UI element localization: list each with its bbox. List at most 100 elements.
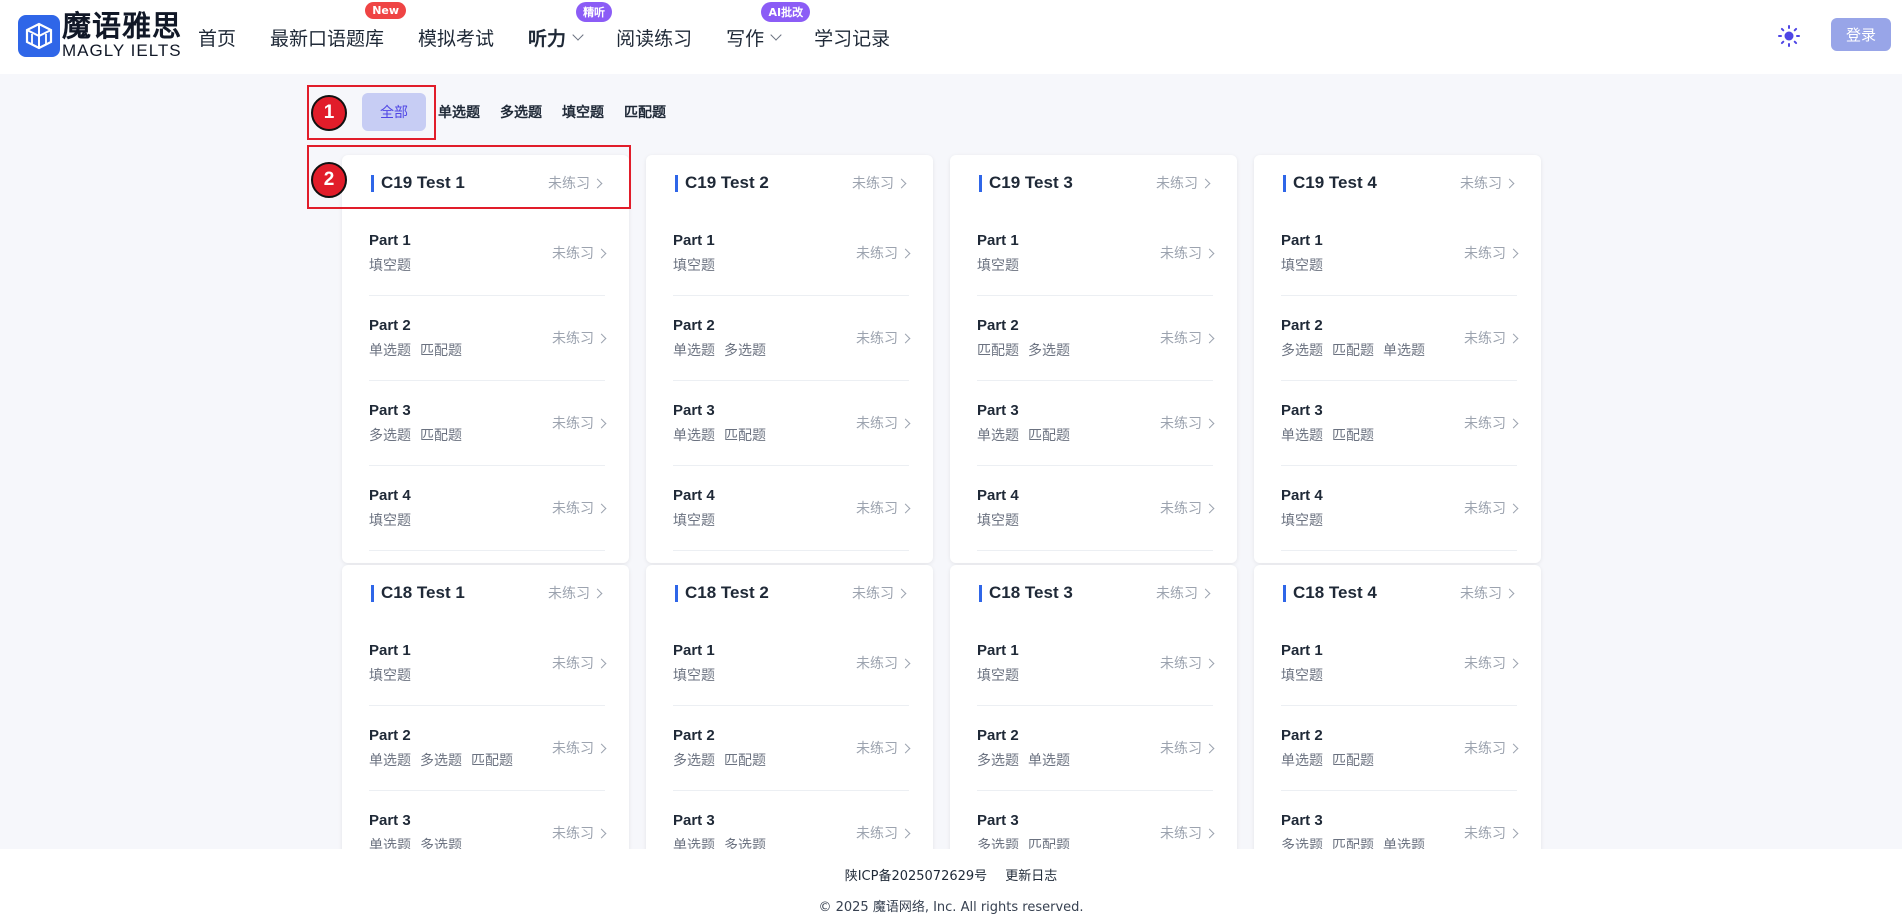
- card-status[interactable]: 未练习: [548, 583, 603, 603]
- part-row[interactable]: Part 2 单选题 多选题 未练习: [673, 296, 911, 381]
- part-status[interactable]: 未练习: [1464, 328, 1519, 348]
- part-row[interactable]: Part 2 单选题 匹配题 未练习: [369, 296, 607, 381]
- part-status[interactable]: 未练习: [856, 653, 911, 673]
- test-card[interactable]: C19 Test 3 未练习 Part 1 填空题 未练习 Part 2 匹配题 多选题 未练习…: [950, 155, 1237, 563]
- part-status[interactable]: 未练习: [1464, 498, 1519, 518]
- test-card[interactable]: C18 Test 1 未练习 Part 1 填空题 未练习 Part 2 单选题 多选题 匹配题…: [342, 565, 629, 859]
- card-status[interactable]: 未练习: [1156, 583, 1211, 603]
- test-card[interactable]: C19 Test 1 未练习 Part 1 填空题 未练习 Part 2 单选题 匹配题 未练习…: [342, 155, 629, 563]
- part-status[interactable]: 未练习: [856, 738, 911, 758]
- nav-item-0[interactable]: 首页: [198, 24, 236, 51]
- test-card[interactable]: C18 Test 2 未练习 Part 1 填空题 未练习 Part 2 多选题 匹配题 未练习…: [646, 565, 933, 859]
- part-status[interactable]: 未练习: [856, 328, 911, 348]
- part-row[interactable]: Part 2 多选题 匹配题 未练习: [673, 706, 911, 791]
- part-row[interactable]: Part 3 多选题 匹配题 未练习: [369, 381, 607, 466]
- changelog-link[interactable]: 更新日志: [1005, 869, 1057, 884]
- part-status[interactable]: 未练习: [1160, 653, 1215, 673]
- part-status[interactable]: 未练习: [1160, 823, 1215, 843]
- card-header[interactable]: C18 Test 2 未练习: [646, 565, 933, 621]
- test-card[interactable]: C18 Test 3 未练习 Part 1 填空题 未练习 Part 2 多选题 单选题 未练习…: [950, 565, 1237, 859]
- part-status[interactable]: 未练习: [552, 413, 607, 433]
- part-status[interactable]: 未练习: [552, 243, 607, 263]
- card-status[interactable]: 未练习: [1156, 173, 1211, 193]
- card-status[interactable]: 未练习: [1460, 173, 1515, 193]
- card-header[interactable]: C18 Test 1 未练习: [342, 565, 629, 621]
- filter-tab-1[interactable]: 单选题: [438, 102, 480, 122]
- nav-item-3[interactable]: 听力 精听: [528, 1, 613, 51]
- part-row[interactable]: Part 2 多选题 单选题 未练习: [977, 706, 1215, 791]
- part-status[interactable]: 未练习: [1464, 653, 1519, 673]
- part-title: Part 4: [369, 486, 411, 504]
- nav-item-4[interactable]: 阅读练习: [616, 24, 692, 51]
- part-row[interactable]: Part 1 填空题 未练习: [369, 621, 607, 706]
- part-row[interactable]: Part 1 填空题 未练习: [673, 621, 911, 706]
- part-row[interactable]: Part 2 单选题 匹配题 未练习: [1281, 706, 1519, 791]
- part-row[interactable]: Part 2 单选题 多选题 匹配题 未练习: [369, 706, 607, 791]
- part-row[interactable]: Part 1 填空题 未练习: [673, 211, 911, 296]
- part-status[interactable]: 未练习: [856, 413, 911, 433]
- filter-tab-2[interactable]: 多选题: [500, 102, 542, 122]
- card-status[interactable]: 未练习: [1460, 583, 1515, 603]
- part-status[interactable]: 未练习: [1160, 738, 1215, 758]
- part-status[interactable]: 未练习: [552, 738, 607, 758]
- part-status[interactable]: 未练习: [856, 498, 911, 518]
- part-status[interactable]: 未练习: [1160, 498, 1215, 518]
- card-header[interactable]: C19 Test 2 未练习: [646, 155, 933, 211]
- part-row[interactable]: Part 3 单选题 匹配题 未练习: [673, 381, 911, 466]
- part-title: Part 4: [977, 486, 1019, 504]
- test-card[interactable]: C19 Test 2 未练习 Part 1 填空题 未练习 Part 2 单选题 多选题 未练习…: [646, 155, 933, 563]
- part-status[interactable]: 未练习: [1464, 823, 1519, 843]
- card-header[interactable]: C19 Test 3 未练习: [950, 155, 1237, 211]
- part-row[interactable]: Part 2 匹配题 多选题 未练习: [977, 296, 1215, 381]
- part-tag: 匹配题: [1332, 342, 1374, 359]
- card-status[interactable]: 未练习: [852, 583, 907, 603]
- part-status[interactable]: 未练习: [1464, 243, 1519, 263]
- part-row[interactable]: Part 4 填空题 未练习: [673, 466, 911, 551]
- part-row[interactable]: Part 4 填空题 未练习: [977, 466, 1215, 551]
- sun-icon[interactable]: [1777, 24, 1801, 48]
- part-info: Part 4 填空题: [1281, 487, 1332, 530]
- part-row[interactable]: Part 1 填空题 未练习: [977, 211, 1215, 296]
- card-status[interactable]: 未练习: [852, 173, 907, 193]
- part-row[interactable]: Part 2 多选题 匹配题 单选题 未练习: [1281, 296, 1519, 381]
- chevron-right-icon: [596, 418, 607, 428]
- part-status[interactable]: 未练习: [552, 653, 607, 673]
- part-row[interactable]: Part 3 单选题 匹配题 未练习: [1281, 381, 1519, 466]
- part-status[interactable]: 未练习: [856, 823, 911, 843]
- card-header[interactable]: C19 Test 4 未练习: [1254, 155, 1541, 211]
- part-status[interactable]: 未练习: [1160, 413, 1215, 433]
- test-card[interactable]: C18 Test 4 未练习 Part 1 填空题 未练习 Part 2 单选题 匹配题 未练习…: [1254, 565, 1541, 859]
- part-row[interactable]: Part 1 填空题 未练习: [1281, 211, 1519, 296]
- part-status[interactable]: 未练习: [1464, 413, 1519, 433]
- part-status[interactable]: 未练习: [552, 498, 607, 518]
- nav-item-2[interactable]: 模拟考试: [418, 24, 494, 51]
- nav-item-1[interactable]: 最新口语题库 New: [270, 1, 407, 51]
- card-header[interactable]: C18 Test 3 未练习: [950, 565, 1237, 621]
- part-row[interactable]: Part 4 填空题 未练习: [1281, 466, 1519, 551]
- site-logo[interactable]: 魔语雅思 MAGLY IELTS: [18, 12, 182, 59]
- part-status[interactable]: 未练习: [1160, 328, 1215, 348]
- part-status[interactable]: 未练习: [1464, 738, 1519, 758]
- part-row[interactable]: Part 1 填空题 未练习: [369, 211, 607, 296]
- test-card[interactable]: C19 Test 4 未练习 Part 1 填空题 未练习 Part 2 多选题 匹配题 单选题…: [1254, 155, 1541, 563]
- icp-link[interactable]: 陕ICP备2025072629号: [845, 869, 987, 884]
- part-row[interactable]: Part 4 填空题 未练习: [369, 466, 607, 551]
- filter-tab-3[interactable]: 填空题: [562, 102, 604, 122]
- part-info: Part 4 填空题: [977, 487, 1028, 530]
- nav-item-5[interactable]: 写作 AI批改: [726, 1, 811, 51]
- part-status[interactable]: 未练习: [1160, 243, 1215, 263]
- part-status[interactable]: 未练习: [552, 823, 607, 843]
- part-status[interactable]: 未练习: [856, 243, 911, 263]
- part-row[interactable]: Part 1 填空题 未练习: [1281, 621, 1519, 706]
- card-header[interactable]: C18 Test 4 未练习: [1254, 565, 1541, 621]
- part-row[interactable]: Part 1 填空题 未练习: [977, 621, 1215, 706]
- status-label: 未练习: [1464, 826, 1506, 842]
- annotation-box-2: [307, 145, 631, 209]
- filter-tab-4[interactable]: 匹配题: [624, 102, 666, 122]
- part-row[interactable]: Part 3 单选题 匹配题 未练习: [977, 381, 1215, 466]
- part-info: Part 1 填空题: [1281, 642, 1332, 685]
- login-button[interactable]: 登录: [1831, 18, 1891, 51]
- part-tags: 填空题: [673, 255, 724, 275]
- nav-item-6[interactable]: 学习记录: [814, 24, 890, 51]
- part-status[interactable]: 未练习: [552, 328, 607, 348]
